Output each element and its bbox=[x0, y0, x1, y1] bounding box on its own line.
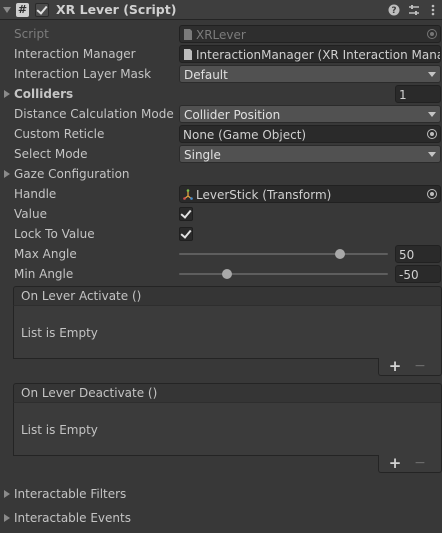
max-angle-label: Max Angle bbox=[14, 247, 77, 261]
interaction-manager-value: InteractionManager (XR Interaction Mana bbox=[196, 48, 441, 62]
object-picker-icon[interactable] bbox=[427, 129, 437, 139]
script-value: XRLever bbox=[196, 28, 246, 42]
interactable-filters-row[interactable]: Interactable Filters bbox=[0, 484, 442, 504]
expand-arrow-icon[interactable] bbox=[4, 90, 10, 98]
min-angle-slider-thumb[interactable] bbox=[222, 269, 233, 279]
distance-calculation-mode-label: Distance Calculation Mode bbox=[14, 107, 174, 121]
event-title: On Lever Activate () bbox=[21, 289, 142, 303]
colliders-label[interactable]: Colliders bbox=[14, 87, 73, 101]
transform-icon bbox=[183, 189, 193, 200]
min-angle-value: -50 bbox=[399, 268, 419, 282]
remove-listener-button[interactable]: − bbox=[413, 455, 427, 471]
help-icon[interactable]: ? bbox=[387, 2, 401, 18]
object-picker-icon bbox=[427, 29, 437, 39]
distance-calculation-mode-dropdown[interactable]: Collider Position bbox=[179, 105, 441, 123]
select-mode-row: Select Mode Single bbox=[0, 144, 442, 164]
component-header: # XR Lever (Script) ? bbox=[0, 0, 442, 20]
handle-label: Handle bbox=[14, 187, 57, 201]
interactable-filters-label[interactable]: Interactable Filters bbox=[14, 487, 126, 501]
min-angle-input[interactable]: -50 bbox=[395, 265, 441, 283]
expand-arrow-icon[interactable] bbox=[4, 514, 10, 522]
event-footer: + − bbox=[378, 358, 442, 376]
more-icon[interactable] bbox=[426, 2, 440, 18]
chevron-down-icon bbox=[428, 72, 436, 77]
select-mode-value: Single bbox=[184, 148, 221, 162]
min-angle-label: Min Angle bbox=[14, 267, 74, 281]
event-empty-text: List is Empty bbox=[21, 326, 98, 340]
interaction-manager-field[interactable]: InteractionManager (XR Interaction Mana bbox=[179, 45, 441, 63]
script-icon: # bbox=[16, 3, 29, 17]
script-label: Script bbox=[14, 27, 49, 41]
min-angle-slider-track[interactable] bbox=[179, 273, 388, 275]
colliders-size-value: 1 bbox=[399, 88, 407, 102]
add-listener-button[interactable]: + bbox=[388, 358, 402, 374]
interactable-events-row[interactable]: Interactable Events bbox=[0, 508, 442, 528]
handle-value: LeverStick (Transform) bbox=[196, 188, 332, 202]
colliders-size-field[interactable]: 1 bbox=[395, 85, 441, 103]
max-angle-input[interactable]: 50 bbox=[395, 245, 441, 263]
lock-to-value-checkbox[interactable] bbox=[179, 227, 193, 241]
event-header: On Lever Activate () bbox=[13, 286, 442, 306]
interaction-manager-row: Interaction Manager InteractionManager (… bbox=[0, 44, 442, 64]
interaction-manager-label: Interaction Manager bbox=[14, 47, 136, 61]
distance-calculation-mode-value: Collider Position bbox=[184, 108, 281, 122]
event-list: List is Empty bbox=[13, 402, 442, 456]
chevron-down-icon bbox=[428, 152, 436, 157]
interaction-layer-mask-label: Interaction Layer Mask bbox=[14, 67, 152, 81]
event-empty-text: List is Empty bbox=[21, 423, 98, 437]
add-listener-button[interactable]: + bbox=[388, 455, 402, 471]
event-header: On Lever Deactivate () bbox=[13, 383, 442, 403]
value-label: Value bbox=[14, 207, 47, 221]
custom-reticle-label: Custom Reticle bbox=[14, 127, 105, 141]
interaction-layer-mask-dropdown[interactable]: Default bbox=[179, 65, 441, 83]
component-enabled-checkbox[interactable] bbox=[35, 3, 49, 17]
max-angle-slider-track[interactable] bbox=[179, 253, 388, 255]
object-picker-icon[interactable] bbox=[427, 189, 437, 199]
expand-arrow-icon[interactable] bbox=[4, 490, 10, 498]
lock-to-value-label: Lock To Value bbox=[14, 227, 95, 241]
component-title: XR Lever (Script) bbox=[56, 2, 177, 17]
script-file-icon bbox=[184, 29, 192, 40]
handle-field[interactable]: LeverStick (Transform) bbox=[179, 185, 441, 203]
expand-arrow-icon[interactable] bbox=[4, 170, 10, 178]
interaction-layer-mask-row: Interaction Layer Mask Default bbox=[0, 64, 442, 84]
min-angle-row: Min Angle -50 bbox=[0, 264, 442, 284]
max-angle-slider-thumb[interactable] bbox=[334, 249, 345, 259]
gaze-configuration-row[interactable]: Gaze Configuration bbox=[0, 164, 442, 184]
script-field: XRLever bbox=[179, 25, 441, 43]
handle-row: Handle LeverStick (Transform) bbox=[0, 184, 442, 204]
value-row: Value bbox=[0, 204, 442, 224]
select-mode-label: Select Mode bbox=[14, 147, 88, 161]
value-checkbox[interactable] bbox=[179, 207, 193, 221]
interaction-layer-mask-value: Default bbox=[184, 68, 228, 82]
custom-reticle-value: None (Game Object) bbox=[183, 128, 307, 142]
colliders-row[interactable]: Colliders 1 bbox=[0, 84, 442, 104]
max-angle-value: 50 bbox=[399, 248, 415, 262]
script-file-icon bbox=[184, 49, 192, 60]
interactable-events-label[interactable]: Interactable Events bbox=[14, 511, 131, 525]
custom-reticle-row: Custom Reticle None (Game Object) bbox=[0, 124, 442, 144]
gaze-configuration-label[interactable]: Gaze Configuration bbox=[14, 167, 130, 181]
lock-to-value-row: Lock To Value bbox=[0, 224, 442, 244]
event-footer: + − bbox=[378, 455, 442, 473]
collapse-arrow-icon[interactable] bbox=[3, 7, 11, 13]
max-angle-row: Max Angle 50 bbox=[0, 244, 442, 264]
remove-listener-button[interactable]: − bbox=[413, 358, 427, 374]
select-mode-dropdown[interactable]: Single bbox=[179, 145, 441, 163]
distance-calculation-mode-row: Distance Calculation Mode Collider Posit… bbox=[0, 104, 442, 124]
event-title: On Lever Deactivate () bbox=[21, 386, 158, 400]
svg-text:?: ? bbox=[391, 6, 396, 16]
script-row: Script XRLever bbox=[0, 24, 442, 44]
custom-reticle-field[interactable]: None (Game Object) bbox=[179, 125, 441, 143]
chevron-down-icon bbox=[428, 112, 436, 117]
presets-icon[interactable] bbox=[407, 2, 421, 18]
event-list: List is Empty bbox=[13, 305, 442, 359]
